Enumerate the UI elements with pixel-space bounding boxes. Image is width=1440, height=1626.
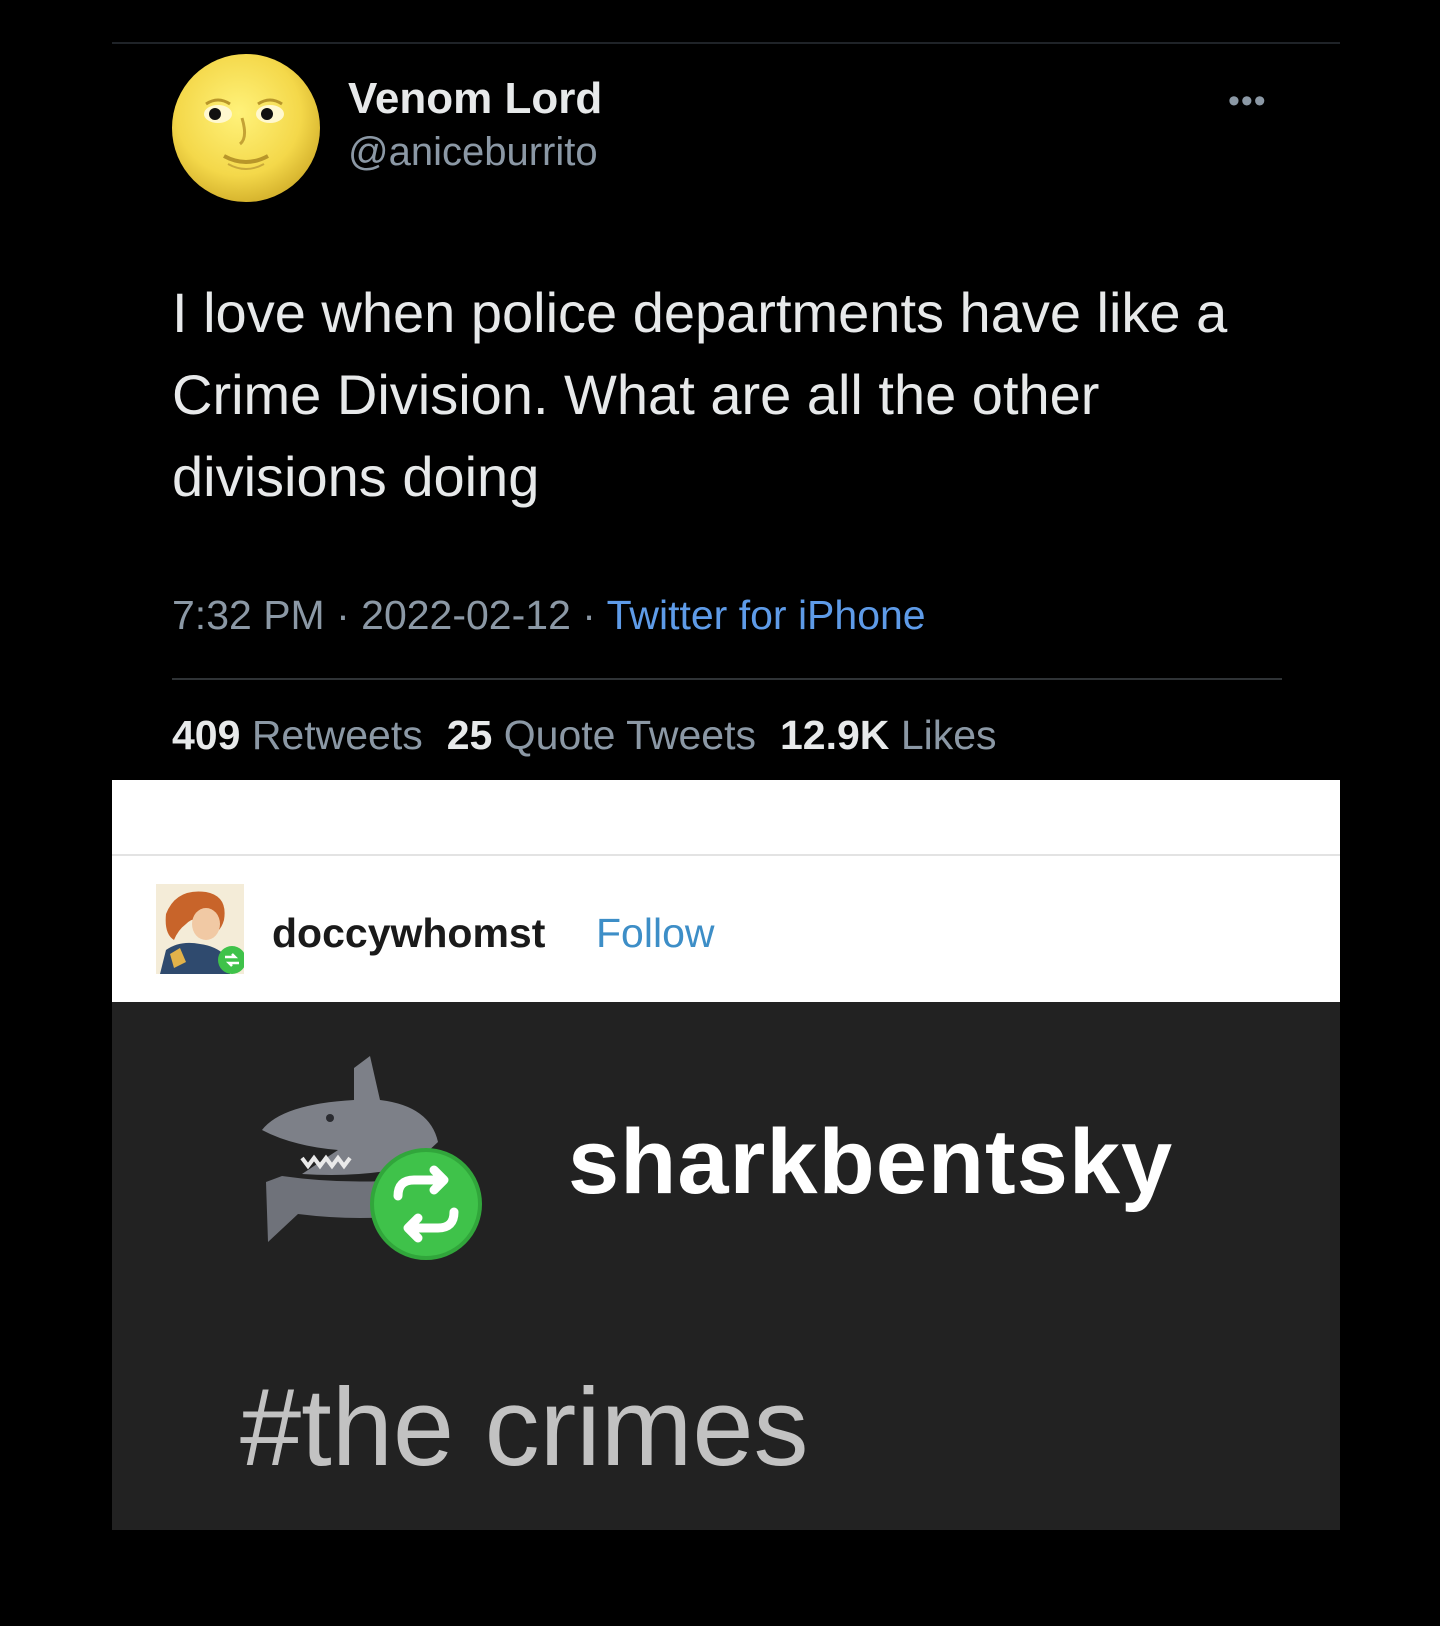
shark-avatar[interactable] bbox=[242, 1046, 602, 1276]
post-tag[interactable]: #the crimes bbox=[240, 1364, 809, 1491]
retweets-label: Retweets bbox=[251, 712, 423, 758]
moon-face-avatar[interactable] bbox=[170, 52, 322, 204]
tweet-metadata: 7:32 PM · 2022-02-12 · Twitter for iPhon… bbox=[172, 592, 926, 639]
meta-separator: · bbox=[570, 592, 607, 638]
reblogger-username[interactable]: sharkbentsky bbox=[568, 1110, 1173, 1215]
user-avatar[interactable] bbox=[156, 884, 244, 974]
retweets-count: 409 bbox=[172, 712, 241, 758]
tweet-source-link[interactable]: Twitter for iPhone bbox=[607, 592, 926, 638]
tweet-time: 7:32 PM bbox=[172, 592, 325, 638]
quote-tweets-count: 25 bbox=[446, 712, 493, 758]
retweets-stat[interactable]: 409 Retweets bbox=[172, 712, 423, 758]
tumblr-username[interactable]: doccywhomst bbox=[272, 910, 545, 957]
likes-count: 12.9K bbox=[780, 712, 890, 758]
quote-tweets-stat[interactable]: 25 Quote Tweets bbox=[447, 712, 756, 758]
reblog-panel: sharkbentsky #the crimes bbox=[112, 1002, 1340, 1530]
tweet-text: I love when police departments have like… bbox=[172, 281, 1228, 508]
stats-divider bbox=[172, 678, 1282, 680]
tweet-stats: 409 Retweets 25 Quote Tweets 12.9K Likes bbox=[172, 712, 997, 759]
user-handle[interactable]: @aniceburrito bbox=[348, 130, 598, 175]
more-options-icon[interactable]: ••• bbox=[1228, 84, 1267, 118]
tumblr-post-header: doccywhomst Follow bbox=[112, 780, 1340, 1002]
tweet-date: 2022-02-12 bbox=[361, 592, 571, 638]
meta-separator: · bbox=[324, 592, 362, 638]
follow-button[interactable]: Follow bbox=[596, 910, 714, 957]
header-divider bbox=[112, 854, 1340, 856]
likes-stat[interactable]: 12.9K Likes bbox=[780, 712, 997, 758]
top-divider bbox=[112, 42, 1340, 44]
likes-label: Likes bbox=[900, 712, 997, 758]
quote-tweets-label: Quote Tweets bbox=[503, 712, 756, 758]
display-name[interactable]: Venom Lord bbox=[348, 74, 602, 124]
